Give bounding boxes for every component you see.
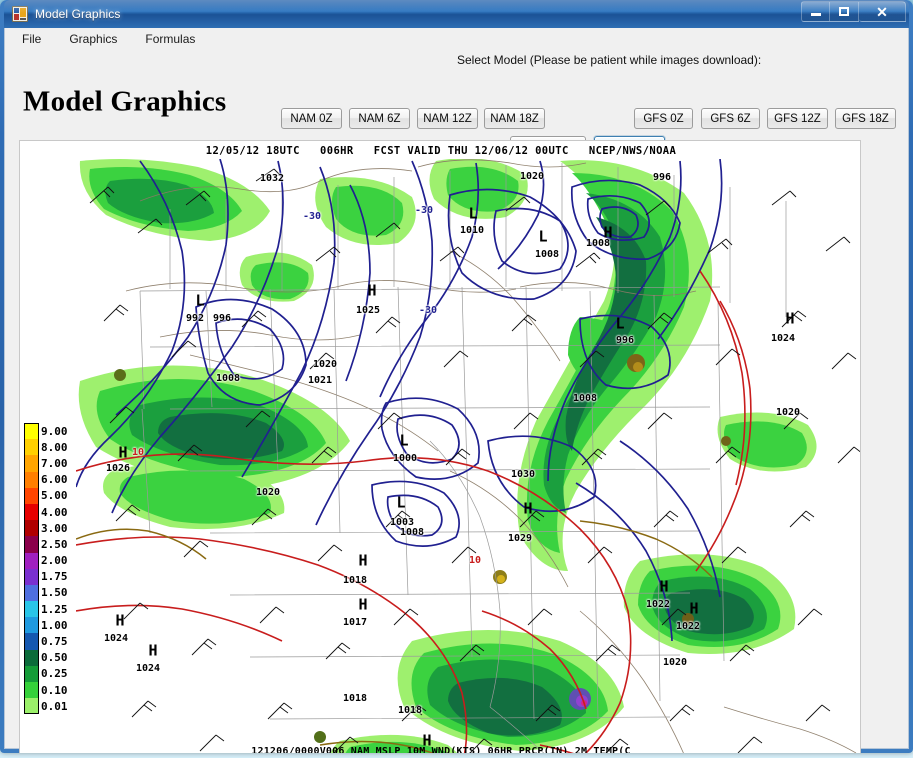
menu-item-formulas[interactable]: Formulas — [142, 30, 198, 48]
weather-map-graphic — [20, 141, 860, 753]
legend-label: 2.00 — [41, 554, 68, 568]
minimize-icon — [810, 13, 821, 16]
app-icon — [12, 6, 28, 22]
legend-row: 1.50 — [24, 584, 86, 602]
legend-row: 4.00 — [24, 503, 86, 521]
application-window: Model Graphics ✕ File Graphics Formulas … — [0, 0, 913, 753]
legend-label: 8.00 — [41, 440, 68, 454]
legend-swatch — [24, 503, 39, 521]
legend-swatch — [24, 487, 39, 504]
model-button-nam-18z[interactable]: NAM 18Z — [484, 108, 545, 129]
select-model-label: Select Model (Please be patient while im… — [457, 53, 762, 67]
legend-swatch — [24, 617, 39, 634]
legend-swatch — [24, 439, 39, 456]
model-button-nam-12z[interactable]: NAM 12Z — [417, 108, 478, 129]
legend-label: 0.50 — [41, 651, 68, 665]
legend-label: 5.00 — [41, 489, 68, 503]
legend-row: 3.00 — [24, 520, 86, 537]
model-button-gfs-6z[interactable]: GFS 6Z — [701, 108, 760, 129]
close-icon: ✕ — [876, 3, 888, 20]
legend-label: 0.01 — [41, 699, 68, 713]
legend-label: 0.10 — [41, 683, 68, 697]
legend-row: 2.50 — [24, 536, 86, 553]
map-header-text: 12/05/12 18UTC 006HR FCST VALID THU 12/0… — [205, 145, 677, 157]
legend-swatch — [24, 682, 39, 699]
precip-legend: 9.00 8.00 7.00 6.00 5.00 4.00 3.00 2.50 2.00 1.75… — [24, 423, 86, 715]
legend-label: 3.00 — [41, 521, 68, 535]
legend-swatch — [24, 455, 39, 472]
maximize-button[interactable] — [830, 1, 859, 22]
legend-row: 0.75 — [24, 633, 86, 650]
legend-label: 9.00 — [41, 424, 68, 438]
menu-item-graphics[interactable]: Graphics — [66, 30, 120, 48]
model-button-gfs-18z[interactable]: GFS 18Z — [835, 108, 896, 129]
legend-row: 0.25 — [24, 665, 86, 682]
legend-label: 4.00 — [41, 505, 68, 519]
legend-label: 7.00 — [41, 456, 68, 470]
weather-map: 12/05/12 18UTC 006HR FCST VALID THU 12/0… — [20, 141, 860, 753]
legend-row: 1.00 — [24, 617, 86, 634]
legend-swatch — [24, 633, 39, 650]
menu-bar: File Graphics Formulas — [5, 28, 908, 50]
legend-label: 1.50 — [41, 586, 68, 600]
close-button[interactable]: ✕ — [859, 1, 906, 22]
maximize-icon — [839, 7, 849, 16]
legend-label: 6.00 — [41, 473, 68, 487]
legend-row: 5.00 — [24, 487, 86, 504]
title-bar[interactable]: Model Graphics ✕ — [4, 0, 909, 28]
legend-swatch — [24, 423, 39, 440]
model-button-gfs-0z[interactable]: GFS 0Z — [634, 108, 693, 129]
legend-row: 9.00 — [24, 423, 86, 440]
legend-row: 0.50 — [24, 649, 86, 666]
legend-swatch — [24, 584, 39, 602]
client-area: File Graphics Formulas Model Graphics Se… — [4, 28, 909, 753]
window-controls: ✕ — [801, 1, 906, 22]
legend-swatch — [24, 665, 39, 682]
toolbar-area: Model Graphics Select Model (Please be p… — [5, 50, 908, 157]
legend-row: 8.00 — [24, 439, 86, 456]
model-button-nam-6z[interactable]: NAM 6Z — [349, 108, 410, 129]
model-image-panel[interactable]: 12/05/12 18UTC 006HR FCST VALID THU 12/0… — [19, 140, 861, 753]
legend-label: 0.75 — [41, 635, 68, 649]
legend-swatch — [24, 649, 39, 666]
model-button-nam-0z[interactable]: NAM 0Z — [281, 108, 342, 129]
legend-swatch — [24, 601, 39, 618]
legend-row: 1.25 — [24, 601, 86, 618]
legend-swatch — [24, 568, 39, 585]
page-title: Model Graphics — [23, 85, 227, 118]
legend-row: 0.01 — [24, 698, 86, 715]
map-footer-text: 121206/0000V006 NAM MSLP 10M WND(KTS) 06… — [251, 746, 631, 753]
legend-row: 7.00 — [24, 455, 86, 472]
legend-row: 0.10 — [24, 682, 86, 699]
legend-swatch — [24, 552, 39, 569]
window-title: Model Graphics — [35, 7, 121, 21]
legend-swatch — [24, 471, 39, 488]
legend-label: 1.25 — [41, 602, 68, 616]
legend-swatch — [24, 698, 39, 715]
legend-swatch — [24, 536, 39, 553]
legend-swatch — [24, 520, 39, 537]
legend-label: 1.00 — [41, 618, 68, 632]
legend-row: 6.00 — [24, 471, 86, 488]
legend-row: 2.00 — [24, 552, 86, 569]
menu-item-file[interactable]: File — [19, 30, 44, 48]
legend-row: 1.75 — [24, 568, 86, 585]
legend-label: 2.50 — [41, 537, 68, 551]
legend-label: 1.75 — [41, 570, 68, 584]
minimize-button[interactable] — [801, 1, 830, 22]
legend-label: 0.25 — [41, 667, 68, 681]
model-button-gfs-12z[interactable]: GFS 12Z — [767, 108, 828, 129]
